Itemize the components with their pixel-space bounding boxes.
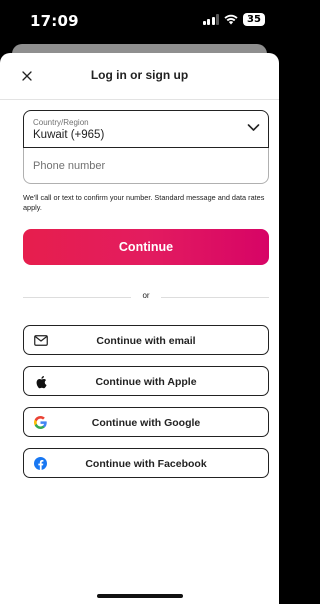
continue-with-email-button[interactable]: Continue with email [23, 325, 269, 355]
continue-button[interactable]: Continue [23, 229, 269, 265]
home-indicator [97, 594, 183, 598]
divider-text: or [142, 291, 150, 300]
phone-number-input[interactable] [33, 159, 259, 172]
country-label: Country/Region [33, 118, 89, 127]
continue-with-google-button[interactable]: Continue with Google [23, 407, 269, 437]
cellular-signal-icon [202, 14, 219, 25]
battery-indicator: 35 [243, 13, 265, 26]
sheet-header: Log in or sign up [0, 53, 279, 100]
status-bar: 17:09 35 [0, 0, 279, 40]
or-divider: or [23, 291, 269, 303]
chevron-down-icon [247, 124, 260, 131]
sheet-title: Log in or sign up [90, 68, 189, 82]
status-time: 17:09 [30, 12, 79, 30]
email-button-label: Continue with email [96, 335, 196, 347]
country-value: Kuwait (+965) [33, 129, 105, 141]
continue-with-apple-button[interactable]: Continue with Apple [23, 366, 269, 396]
country-select[interactable]: Country/Region Kuwait (+965) [23, 110, 269, 148]
confirmation-disclaimer: We'll call or text to confirm your numbe… [23, 193, 265, 212]
wifi-icon [224, 14, 238, 25]
status-indicators: 35 [202, 13, 265, 26]
divider-line-right [161, 297, 269, 298]
phone-form: Country/Region Kuwait (+965) [23, 110, 269, 184]
phone-number-field[interactable] [23, 148, 269, 184]
continue-with-facebook-button[interactable]: Continue with Facebook [23, 448, 269, 478]
facebook-button-label: Continue with Facebook [85, 458, 207, 470]
apple-button-label: Continue with Apple [95, 376, 197, 388]
google-button-label: Continue with Google [91, 417, 201, 429]
login-sheet: Log in or sign up Country/Region Kuwait … [0, 53, 279, 604]
